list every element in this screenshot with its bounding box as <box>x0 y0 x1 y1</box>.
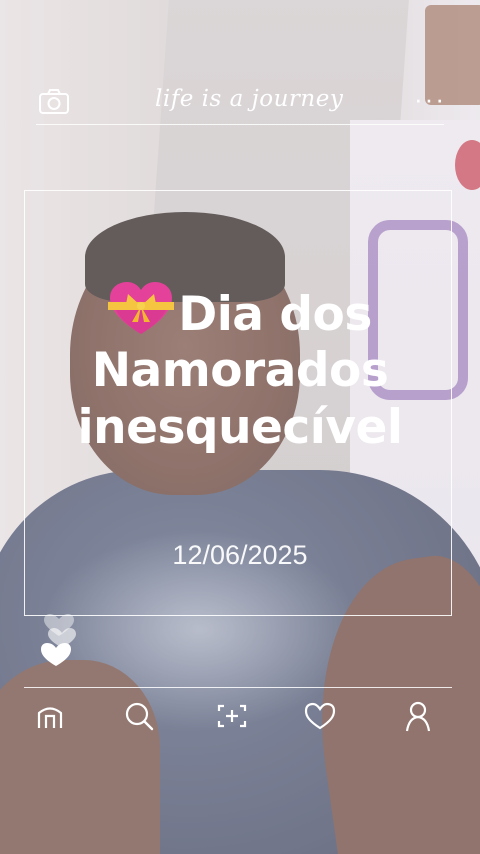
story-date: 12/06/2025 <box>172 540 308 570</box>
home-icon[interactable] <box>32 698 68 734</box>
add-icon[interactable] <box>214 698 250 734</box>
story-screen: life is a journey ··· Dia dos Namorados … <box>0 0 480 854</box>
bottom-divider <box>24 687 452 688</box>
headline-line-3: inesquecível <box>77 399 404 455</box>
top-divider <box>36 124 444 125</box>
heart-icon[interactable] <box>302 698 338 734</box>
headline-line-1: Dia dos <box>0 280 480 343</box>
headline-text-1: Dia dos <box>178 287 372 342</box>
headline-line-2: Namorados <box>91 343 389 399</box>
camera-icon[interactable] <box>38 88 70 116</box>
brand-title: life is a journey <box>155 86 344 112</box>
bottom-navigation <box>0 694 480 740</box>
search-icon[interactable] <box>121 698 157 734</box>
profile-icon[interactable] <box>400 698 436 734</box>
heart-with-ribbon-emoji <box>108 280 175 338</box>
top-bar: life is a journey ··· <box>0 80 480 124</box>
more-options-icon[interactable]: ··· <box>414 84 446 115</box>
floating-hearts-icon <box>38 612 80 670</box>
story-headline: Dia dos Namorados inesquecível <box>0 280 480 456</box>
